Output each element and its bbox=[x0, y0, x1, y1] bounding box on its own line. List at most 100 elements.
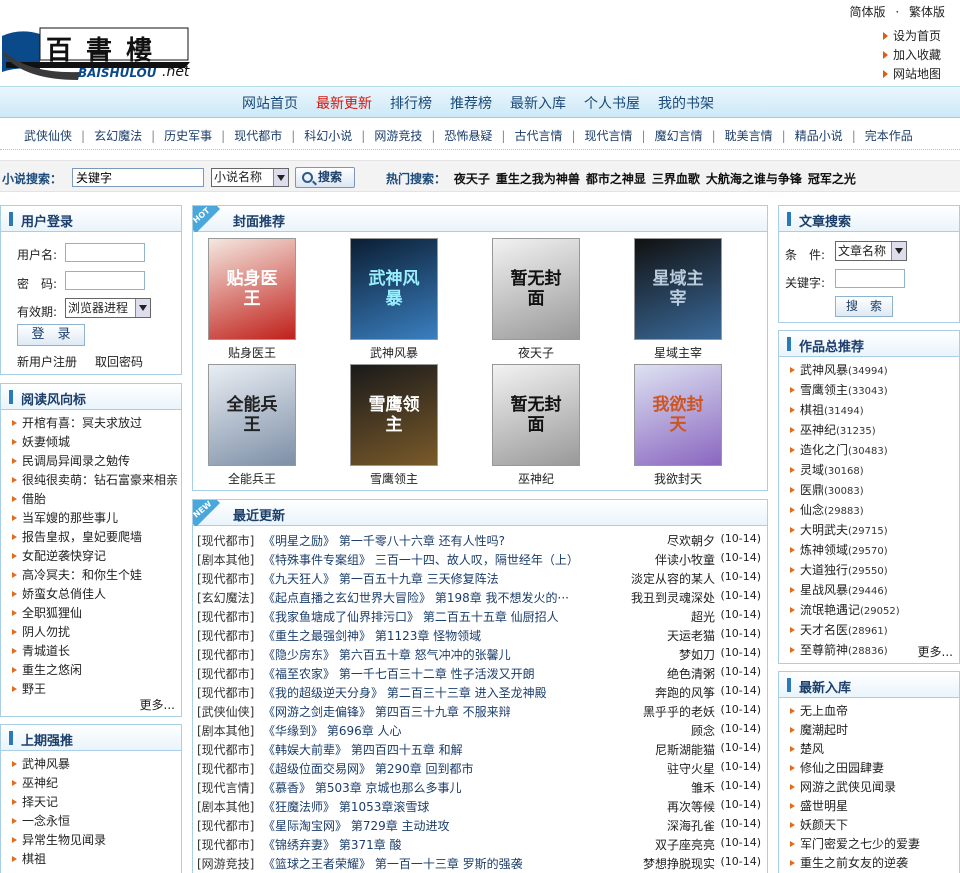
hot-search-link[interactable]: 大航海之谁与争锋 bbox=[706, 172, 802, 186]
category-link[interactable]: 科幻小说 bbox=[304, 129, 352, 143]
update-category[interactable]: [剧本其他] bbox=[197, 551, 254, 568]
search-type-select[interactable]: 小说名称 bbox=[211, 168, 289, 187]
category-link[interactable]: 现代言情 bbox=[585, 129, 633, 143]
overall-rec-item[interactable]: 仙念(29883) bbox=[789, 501, 959, 521]
update-category[interactable]: [现代都市] bbox=[197, 817, 254, 834]
recover-password-link[interactable]: 取回密码 bbox=[95, 353, 143, 370]
book-card[interactable]: 暂无封面 夜天子 bbox=[481, 238, 591, 361]
update-category[interactable]: [现代都市] bbox=[197, 646, 254, 663]
overall-rec-item[interactable]: 武神风暴(34994) bbox=[789, 361, 959, 381]
main-nav-item[interactable]: 最新入库 bbox=[510, 96, 566, 112]
update-category[interactable]: [现代都市] bbox=[197, 608, 254, 625]
overall-rec-item[interactable]: 天才名医(28961) bbox=[789, 621, 959, 641]
last-period-item[interactable]: 异常生物见闻录 bbox=[11, 831, 181, 850]
overall-rec-item[interactable]: 星战风暴(29446) bbox=[789, 581, 959, 601]
newest-item[interactable]: 无上血帝 bbox=[789, 702, 959, 721]
trend-item[interactable]: 娇蛮女总俏佳人 bbox=[11, 585, 181, 604]
overall-rec-item[interactable]: 灵域(30168) bbox=[789, 461, 959, 481]
update-author[interactable]: 梦想挣脱现实 bbox=[643, 855, 715, 872]
book-name[interactable]: 我欲封天 bbox=[623, 470, 733, 487]
category-link[interactable]: 历史军事 bbox=[164, 129, 212, 143]
overall-rec-more-link[interactable]: 更多... bbox=[918, 643, 953, 660]
update-book-link[interactable]: 《韩娱大前辈》 第四百四十五章 和解 bbox=[263, 741, 463, 758]
update-author[interactable]: 再次等候 bbox=[667, 798, 715, 815]
update-category[interactable]: [剧本其他] bbox=[197, 722, 254, 739]
update-author[interactable]: 绝色清粥 bbox=[667, 665, 715, 682]
newest-item[interactable]: 魔潮起时 bbox=[789, 721, 959, 740]
update-book-link[interactable]: 《超级位面交易网》 第290章 回到都市 bbox=[263, 760, 474, 777]
book-card[interactable]: 雪鹰领主 雪鹰领主 bbox=[339, 364, 449, 487]
category-link[interactable]: 网游竞技 bbox=[374, 129, 422, 143]
trend-item[interactable]: 开棺有喜：冥夫求放过 bbox=[11, 414, 181, 433]
trend-item[interactable]: 借胎 bbox=[11, 490, 181, 509]
update-author[interactable]: 超光 bbox=[691, 608, 715, 625]
newest-item[interactable]: 网游之武侠见闻录 bbox=[789, 778, 959, 797]
newest-item[interactable]: 楚风 bbox=[789, 740, 959, 759]
trend-item[interactable]: 阴人勿扰 bbox=[11, 623, 181, 642]
category-link[interactable]: 武侠仙侠 bbox=[24, 129, 72, 143]
update-book-link[interactable]: 《我的超级逆天分身》 第二百三十三章 进入圣龙神殿 bbox=[263, 684, 547, 701]
book-card[interactable]: 暂无封面 巫神纪 bbox=[481, 364, 591, 487]
article-search-button[interactable]: 搜 索 bbox=[835, 296, 893, 317]
register-link[interactable]: 新用户注册 bbox=[17, 353, 77, 370]
last-period-item[interactable]: 择天记 bbox=[11, 793, 181, 812]
expiry-select[interactable]: 浏览器进程 bbox=[65, 298, 151, 318]
trend-item[interactable]: 青城道长 bbox=[11, 642, 181, 661]
update-book-link[interactable]: 《隐少房东》 第六百五十章 怒气冲冲的张馨儿 bbox=[263, 646, 511, 663]
update-book-link[interactable]: 《篮球之王者荣耀》 第一百一十三章 罗斯的强袭 bbox=[263, 855, 523, 872]
update-book-link[interactable]: 《我家鱼塘成了仙界排污口》 第二百五十五章 仙厨招人 bbox=[263, 608, 559, 625]
book-cover[interactable]: 暂无封面 bbox=[492, 364, 580, 466]
newest-item[interactable]: 修仙之田园肆妻 bbox=[789, 759, 959, 778]
update-category[interactable]: [现代都市] bbox=[197, 532, 254, 549]
update-author[interactable]: 梦如刀 bbox=[679, 646, 715, 663]
update-book-link[interactable]: 《慕香》 第503章 京城也那么多事儿 bbox=[263, 779, 462, 796]
main-nav-item[interactable]: 个人书屋 bbox=[584, 96, 640, 112]
main-nav-item[interactable]: 最新更新 bbox=[316, 96, 372, 112]
update-author[interactable]: 天运老猫 bbox=[667, 627, 715, 644]
trend-item[interactable]: 重生之悠闲 bbox=[11, 661, 181, 680]
newest-item[interactable]: 盛世明星 bbox=[789, 797, 959, 816]
update-author[interactable]: 雏禾 bbox=[691, 779, 715, 796]
trend-item[interactable]: 高冷冥夫：和你生个娃 bbox=[11, 566, 181, 585]
update-book-link[interactable]: 《福至农家》 第一千七百三十二章 性子活泼又开朗 bbox=[263, 665, 535, 682]
book-card[interactable]: 全能兵王 全能兵王 bbox=[197, 364, 307, 487]
update-book-link[interactable]: 《华缘到》 第696章 人心 bbox=[263, 722, 402, 739]
update-author[interactable]: 尽欢朝夕 bbox=[667, 532, 715, 549]
update-author[interactable]: 黑乎乎的老妖 bbox=[643, 703, 715, 720]
book-name[interactable]: 贴身医王 bbox=[197, 344, 307, 361]
overall-rec-item[interactable]: 大明武夫(29715) bbox=[789, 521, 959, 541]
update-book-link[interactable]: 《特殊事件专案组》 三百一十四、故人叹，隔世经年（上） bbox=[263, 551, 579, 568]
update-author[interactable]: 深海孔雀 bbox=[667, 817, 715, 834]
update-category[interactable]: [网游竞技] bbox=[197, 855, 254, 872]
update-author[interactable]: 顾念 bbox=[691, 722, 715, 739]
update-category[interactable]: [现代言情] bbox=[197, 779, 254, 796]
update-book-link[interactable]: 《起点直播之玄幻世界大冒险》 第198章 我不想发火的··· bbox=[263, 589, 569, 606]
reading-trend-more-link[interactable]: 更多... bbox=[140, 696, 175, 713]
lang-traditional-link[interactable]: 繁体版 bbox=[909, 5, 945, 19]
site-logo[interactable]: 百書樓 BAISHULOU .net bbox=[0, 22, 210, 84]
overall-rec-item[interactable]: 巫神纪(31235) bbox=[789, 421, 959, 441]
main-nav-item[interactable]: 我的书架 bbox=[658, 96, 714, 112]
category-link[interactable]: 恐怖悬疑 bbox=[444, 129, 492, 143]
update-book-link[interactable]: 《网游之剑走偏锋》 第四百三十九章 不服来辩 bbox=[263, 703, 511, 720]
trend-item[interactable]: 当军嫂的那些事儿 bbox=[11, 509, 181, 528]
newest-item[interactable]: 重生之前女友的逆袭 bbox=[789, 854, 959, 873]
update-book-link[interactable]: 《九天狂人》 第一百五十九章 三天修复阵法 bbox=[263, 570, 499, 587]
category-link[interactable]: 现代都市 bbox=[234, 129, 282, 143]
category-link[interactable]: 古代言情 bbox=[514, 129, 562, 143]
overall-rec-item[interactable]: 棋祖(31494) bbox=[789, 401, 959, 421]
update-author[interactable]: 尼斯湖能猫 bbox=[655, 741, 715, 758]
category-link[interactable]: 耽美言情 bbox=[725, 129, 773, 143]
overall-rec-item[interactable]: 医鼎(30083) bbox=[789, 481, 959, 501]
main-nav-item[interactable]: 排行榜 bbox=[390, 96, 432, 112]
book-name[interactable]: 巫神纪 bbox=[481, 470, 591, 487]
book-card[interactable]: 武神风暴 武神风暴 bbox=[339, 238, 449, 361]
overall-rec-item[interactable]: 炼神领域(29570) bbox=[789, 541, 959, 561]
update-book-link[interactable]: 《狂魔法师》 第1053章滚雪球 bbox=[263, 798, 429, 815]
book-cover[interactable]: 雪鹰领主 bbox=[350, 364, 438, 466]
book-card[interactable]: 星域主宰 星域主宰 bbox=[623, 238, 733, 361]
update-category[interactable]: [现代都市] bbox=[197, 665, 254, 682]
login-button[interactable]: 登 录 bbox=[17, 324, 85, 346]
book-name[interactable]: 星域主宰 bbox=[623, 344, 733, 361]
book-cover[interactable]: 武神风暴 bbox=[350, 238, 438, 340]
